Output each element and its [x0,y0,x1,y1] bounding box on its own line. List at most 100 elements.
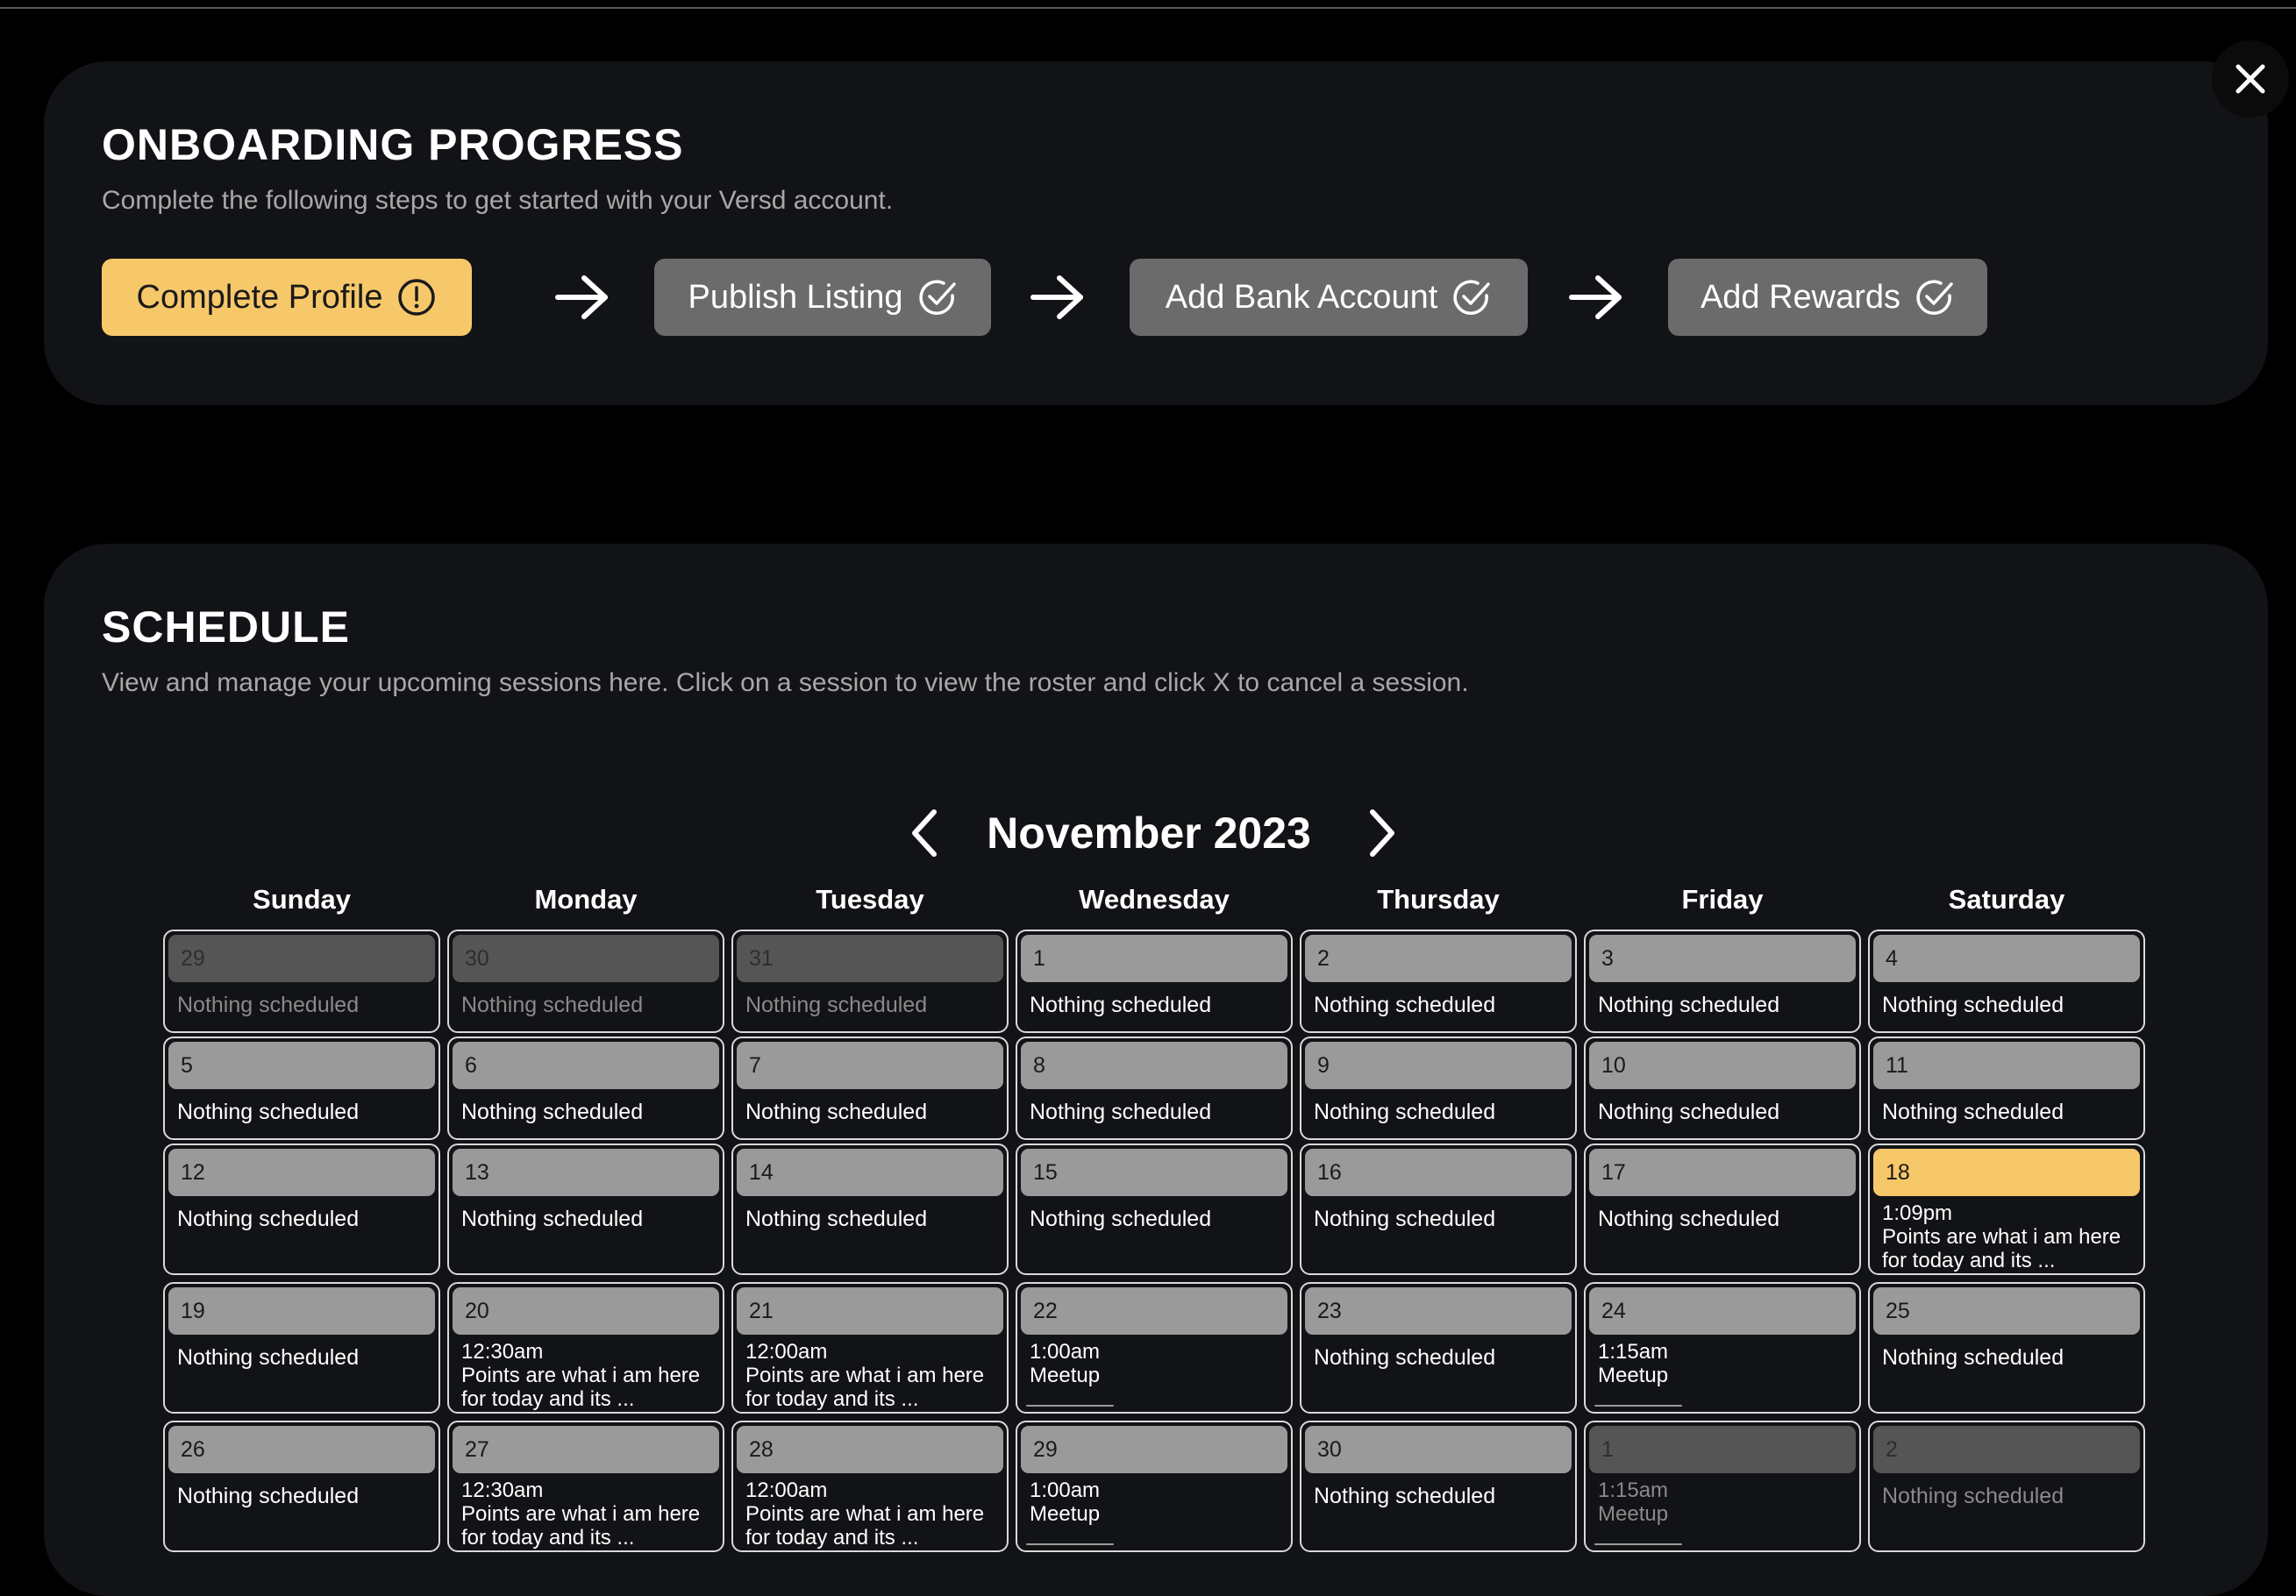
day-number: 24 [1589,1287,1856,1335]
step-label: Publish Listing [688,278,903,316]
step-add-bank-account[interactable]: Add Bank Account [1130,259,1528,336]
empty-day-label: Nothing scheduled [1314,1345,1496,1370]
arrow-right-icon [1569,275,1622,319]
calendar-day-cell[interactable]: 14 Nothing scheduled [731,1144,1009,1275]
calendar-day-cell[interactable]: 7 Nothing scheduled [731,1037,1009,1140]
calendar-day-cell[interactable]: 17 Nothing scheduled [1584,1144,1861,1275]
empty-day-label: Nothing scheduled [177,993,360,1017]
step-publish-listing[interactable]: Publish Listing [654,259,991,336]
calendar-day-cell[interactable]: 25 Nothing scheduled [1868,1282,2145,1414]
empty-day-label: Nothing scheduled [1882,1484,2064,1508]
calendar-day-cell[interactable]: 10 Nothing scheduled [1584,1037,1861,1140]
empty-day-label: Nothing scheduled [461,1100,644,1124]
calendar-day-cell[interactable]: 2 Nothing scheduled [1300,930,1577,1033]
session-entry[interactable]: 1:15am Meetup [1598,1478,1850,1526]
day-number: 6 [453,1042,719,1089]
calendar-day-cell[interactable]: 19 Nothing scheduled [163,1282,440,1414]
session-entry[interactable]: 1:00am Meetup [1030,1478,1282,1526]
empty-day-label: Nothing scheduled [745,993,928,1017]
session-entry[interactable]: 1:09pm Points are what i am here for toda… [1882,1201,2135,1272]
calendar-day-cell[interactable]: 6 Nothing scheduled [447,1037,724,1140]
empty-day-label: Nothing scheduled [1882,993,2064,1017]
calendar-month-label: November 2023 [987,809,1311,858]
calendar-day-cell[interactable]: 27 12:30am Points are what i am here for t… [447,1421,724,1552]
empty-day-label: Nothing scheduled [745,1100,928,1124]
day-number: 1 [1021,935,1287,982]
calendar-day-cell[interactable]: 24 1:15am Meetup [1584,1282,1861,1414]
session-time: 12:30am [461,1340,544,1364]
session-entry[interactable]: 12:00am Points are what i am here for tod… [745,1478,998,1550]
day-number: 31 [737,935,1003,982]
close-button[interactable] [2212,40,2289,118]
session-title: Points are what i am here for today and … [461,1502,701,1550]
session-title: Meetup [1598,1364,1669,1387]
calendar-day-cell[interactable]: 30 Nothing scheduled [447,930,724,1033]
session-time: 1:15am [1598,1340,1669,1364]
empty-day-label: Nothing scheduled [1314,1100,1496,1124]
day-number: 22 [1021,1287,1287,1335]
session-divider [1594,1405,1682,1407]
calendar-day-cell[interactable]: 3 Nothing scheduled [1584,930,1861,1033]
day-number: 8 [1021,1042,1287,1089]
day-number: 3 [1589,935,1856,982]
calendar-day-cell[interactable]: 29 Nothing scheduled [163,930,440,1033]
step-add-rewards[interactable]: Add Rewards [1668,259,1987,336]
session-entry[interactable]: 1:15am Meetup [1598,1340,1850,1387]
calendar-day-cell[interactable]: 31 Nothing scheduled [731,930,1009,1033]
calendar-day-cell[interactable]: 11 Nothing scheduled [1868,1037,2145,1140]
day-number: 30 [1305,1426,1572,1473]
empty-day-label: Nothing scheduled [1314,993,1496,1017]
next-month-button[interactable] [1364,807,1399,859]
calendar-day-cell[interactable]: 13 Nothing scheduled [447,1144,724,1275]
day-number: 18 [1873,1149,2140,1196]
day-number: 19 [168,1287,435,1335]
calendar-day-cell[interactable]: 22 1:00am Meetup [1016,1282,1293,1414]
session-divider [1026,1405,1114,1407]
step-label: Add Rewards [1700,278,1901,316]
session-time: 12:00am [745,1478,828,1502]
calendar-day-cell[interactable]: 28 12:00am Points are what i am here for t… [731,1421,1009,1552]
previous-month-button[interactable] [908,807,943,859]
day-number: 15 [1021,1149,1287,1196]
session-entry[interactable]: 12:30am Points are what i am here for tod… [461,1340,714,1411]
calendar-day-cell[interactable]: 29 1:00am Meetup [1016,1421,1293,1552]
calendar-day-cell[interactable]: 2 Nothing scheduled [1868,1421,2145,1552]
arrow-right-icon [1030,275,1083,319]
schedule-title: SCHEDULE [102,602,351,652]
session-time: 1:00am [1030,1478,1101,1502]
empty-day-label: Nothing scheduled [1598,1100,1780,1124]
close-icon [2235,64,2265,94]
calendar-day-cell[interactable]: 26 Nothing scheduled [163,1421,440,1552]
empty-day-label: Nothing scheduled [461,1207,644,1231]
weekday-label: Sunday [253,884,351,915]
session-title: Points are what i am here for today and … [1882,1225,2121,1272]
session-title: Points are what i am here for today and … [745,1502,985,1550]
calendar-day-cell[interactable]: 1 1:15am Meetup [1584,1421,1861,1552]
session-time: 1:09pm [1882,1201,1953,1225]
calendar-day-cell[interactable]: 12 Nothing scheduled [163,1144,440,1275]
calendar-day-cell[interactable]: 20 12:30am Points are what i am here for t… [447,1282,724,1414]
session-entry[interactable]: 12:00am Points are what i am here for tod… [745,1340,998,1411]
empty-day-label: Nothing scheduled [1314,1207,1496,1231]
calendar-day-cell[interactable]: 8 Nothing scheduled [1016,1037,1293,1140]
session-time: 12:00am [745,1340,828,1364]
weekday-label: Tuesday [816,884,924,915]
calendar-day-cell[interactable]: 4 Nothing scheduled [1868,930,2145,1033]
check-circle-icon [1916,280,1953,315]
step-complete-profile[interactable]: Complete Profile [102,259,472,336]
calendar-day-cell[interactable]: 23 Nothing scheduled [1300,1282,1577,1414]
calendar-day-cell[interactable]: 21 12:00am Points are what i am here for t… [731,1282,1009,1414]
calendar-day-cell[interactable]: 30 Nothing scheduled [1300,1421,1577,1552]
session-entry[interactable]: 12:30am Points are what i am here for tod… [461,1478,714,1550]
day-number: 2 [1873,1426,2140,1473]
calendar-day-cell[interactable]: 9 Nothing scheduled [1300,1037,1577,1140]
calendar-day-cell[interactable]: 15 Nothing scheduled [1016,1144,1293,1275]
calendar-day-cell-today[interactable]: 18 1:09pm Points are what i am here for to… [1868,1144,2145,1275]
day-number: 7 [737,1042,1003,1089]
session-divider [1026,1543,1114,1545]
calendar-day-cell[interactable]: 5 Nothing scheduled [163,1037,440,1140]
calendar-day-cell[interactable]: 16 Nothing scheduled [1300,1144,1577,1275]
check-circle-icon [1453,280,1491,315]
session-entry[interactable]: 1:00am Meetup [1030,1340,1282,1387]
calendar-day-cell[interactable]: 1 Nothing scheduled [1016,930,1293,1033]
